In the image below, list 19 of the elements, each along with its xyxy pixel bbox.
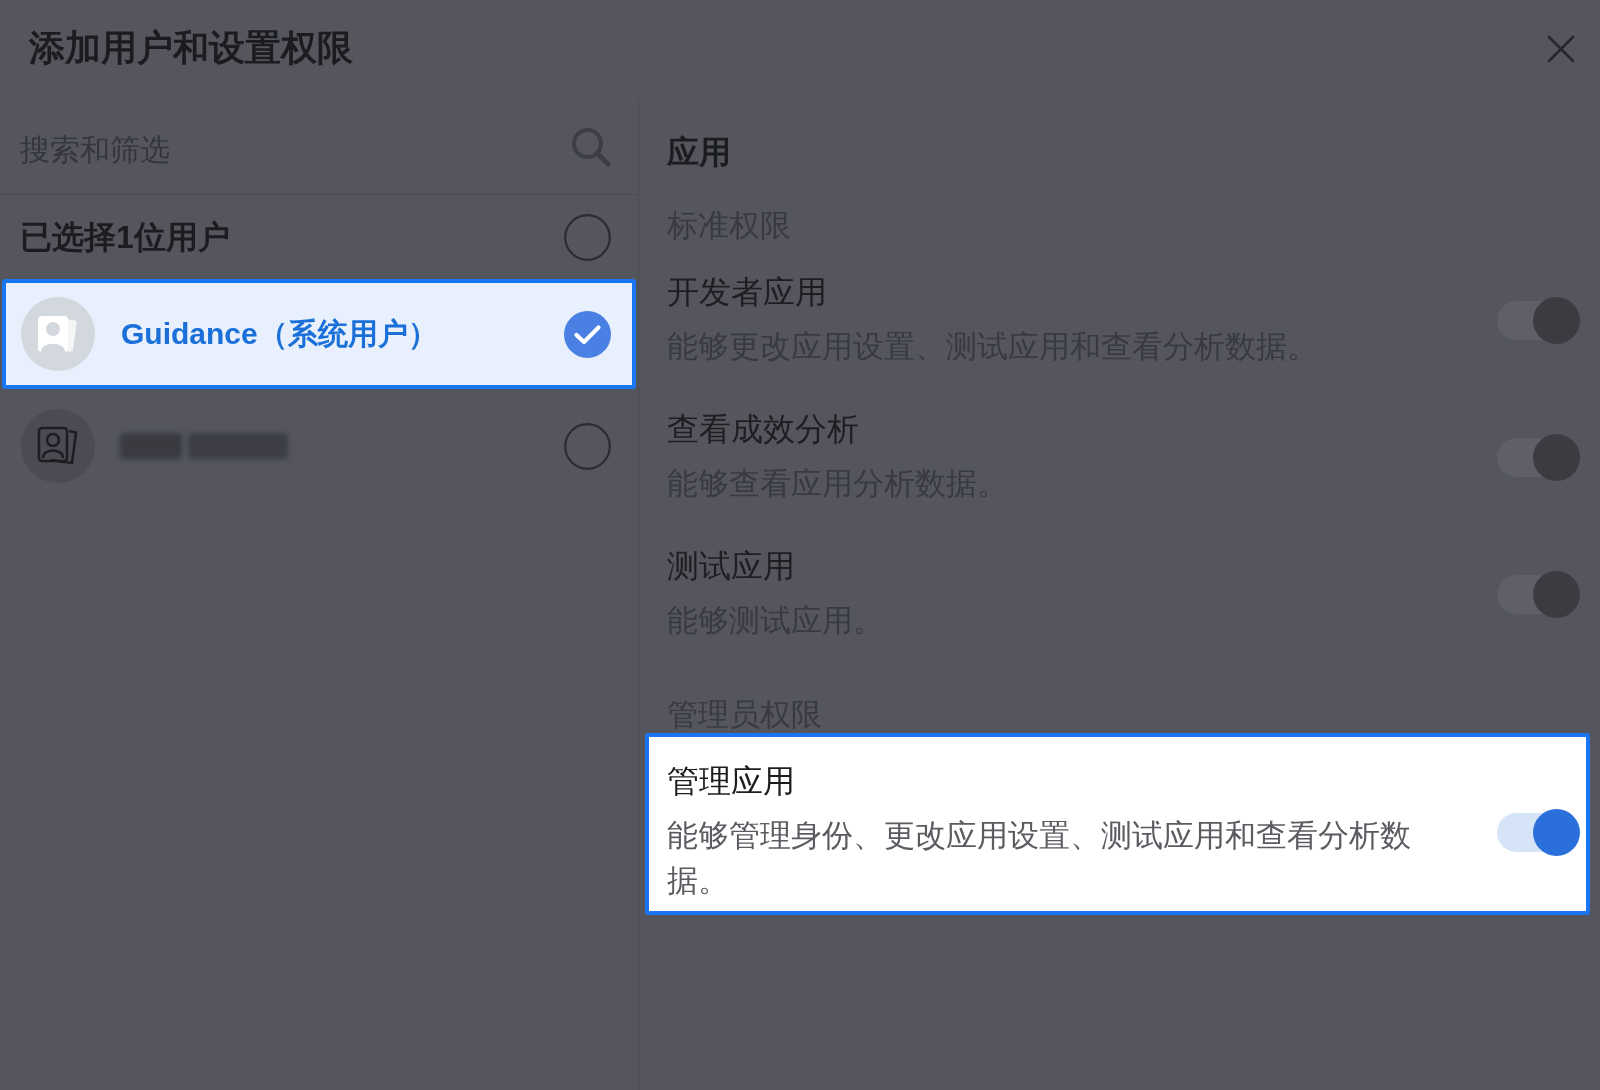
selection-label: 已选择1位用户 — [20, 218, 230, 257]
empty-circle-icon[interactable] — [564, 213, 611, 261]
close-icon — [1547, 35, 1575, 63]
avatar-icon — [21, 297, 95, 371]
permission-title: 测试应用 — [667, 547, 796, 586]
dialog-title: 添加用户和设置权限 — [29, 26, 353, 70]
empty-circle-icon[interactable] — [564, 422, 611, 470]
avatar-icon — [21, 409, 95, 483]
user-row[interactable]: Guidance（系统用户） — [2, 279, 636, 389]
permission-description: 能够管理身份、更改应用设置、测试应用和查看分析数据。 — [667, 817, 1412, 900]
search-icon — [571, 127, 611, 167]
permission-title: 开发者应用 — [667, 273, 828, 312]
user-name: Guidance（系统用户） — [121, 316, 438, 352]
check-circle-icon[interactable] — [564, 310, 611, 358]
permission-title: 查看成效分析 — [667, 410, 860, 449]
permission-title: 管理应用 — [667, 762, 796, 801]
close-button[interactable] — [1547, 35, 1575, 63]
toggle-switch[interactable] — [1497, 808, 1580, 856]
section-title: 应用 — [666, 133, 732, 172]
